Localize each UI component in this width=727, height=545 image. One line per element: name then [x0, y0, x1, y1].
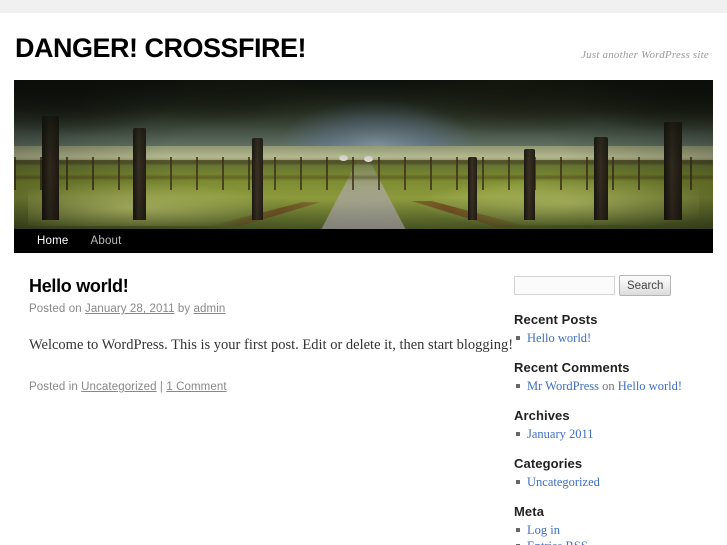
- site-branding: DANGER! CROSSFIRE! Just another WordPres…: [14, 33, 713, 80]
- widget-recent-posts: Recent Posts Hello world!: [514, 312, 698, 346]
- post-body: Welcome to WordPress. This is your first…: [29, 337, 514, 353]
- content-wrapper: DANGER! CROSSFIRE! Just another WordPres…: [14, 13, 713, 545]
- comment-author-link[interactable]: Mr WordPress: [527, 379, 599, 393]
- comment-separator: on: [599, 379, 618, 393]
- nav-item-home[interactable]: Home: [26, 229, 79, 253]
- widget-list: Hello world!: [514, 330, 698, 346]
- list-item: Uncategorized: [514, 474, 698, 490]
- widget-title: Recent Comments: [514, 360, 630, 375]
- category-link[interactable]: Uncategorized: [527, 475, 600, 489]
- post-utility: Posted in Uncategorized | 1 Comment: [29, 381, 514, 393]
- post-article: Hello world! Posted on January 28, 2011 …: [29, 275, 514, 393]
- meta-login-link[interactable]: Log in: [527, 523, 560, 537]
- list-item: Mr WordPress on Hello world!: [514, 378, 698, 394]
- content-column: Hello world! Posted on January 28, 2011 …: [14, 275, 514, 545]
- post-meta: Posted on January 28, 2011 by admin: [29, 303, 514, 315]
- list-item: Log in: [514, 522, 698, 538]
- widget-list: Uncategorized: [514, 474, 698, 490]
- widget-title: Recent Posts: [514, 312, 598, 327]
- header-image: [14, 80, 713, 229]
- primary-navigation: Home About: [14, 229, 713, 253]
- header-vignette: [14, 80, 713, 229]
- search-form: Search: [514, 275, 698, 296]
- widget-recent-comments: Recent Comments Mr WordPress on Hello wo…: [514, 360, 698, 394]
- widget-archives: Archives January 2011: [514, 408, 698, 442]
- widget-meta: Meta Log in Entries RSS Comments RSS Wor…: [514, 504, 698, 545]
- post-author-link[interactable]: admin: [194, 303, 226, 315]
- main-area: Hello world! Posted on January 28, 2011 …: [14, 253, 713, 545]
- post-category-link[interactable]: Uncategorized: [81, 381, 156, 393]
- widget-list: January 2011: [514, 426, 698, 442]
- archive-link[interactable]: January 2011: [527, 427, 594, 441]
- widget-list: Mr WordPress on Hello world!: [514, 378, 698, 394]
- widget-title: Categories: [514, 456, 583, 471]
- site-description: Just another WordPress site: [581, 49, 709, 61]
- widget-title: Archives: [514, 408, 570, 423]
- post-meta-prefix: Posted on: [29, 303, 85, 315]
- widget-list: Log in Entries RSS Comments RSS WordPres…: [514, 522, 698, 545]
- recent-post-link[interactable]: Hello world!: [527, 331, 591, 345]
- post-comments-link[interactable]: 1 Comment: [166, 381, 226, 393]
- post-utility-separator: |: [156, 381, 167, 393]
- list-item: Hello world!: [514, 330, 698, 346]
- post-date-link[interactable]: January 28, 2011: [85, 303, 175, 315]
- comment-post-link[interactable]: Hello world!: [618, 379, 682, 393]
- list-item: January 2011: [514, 426, 698, 442]
- post-utility-prefix: Posted in: [29, 381, 82, 393]
- post-meta-by: by: [174, 303, 194, 315]
- search-button[interactable]: Search: [619, 275, 672, 296]
- sidebar: Search Recent Posts Hello world! Recent …: [514, 275, 698, 545]
- meta-entries-rss-link[interactable]: Entries RSS: [527, 539, 588, 545]
- page-root: DANGER! CROSSFIRE! Just another WordPres…: [0, 13, 727, 545]
- browser-top-band: [0, 0, 727, 13]
- list-item: Entries RSS: [514, 538, 698, 545]
- search-input[interactable]: [514, 276, 615, 295]
- post-title[interactable]: Hello world!: [29, 275, 514, 297]
- widget-categories: Categories Uncategorized: [514, 456, 698, 490]
- widget-title: Meta: [514, 504, 545, 519]
- nav-item-about[interactable]: About: [79, 229, 132, 253]
